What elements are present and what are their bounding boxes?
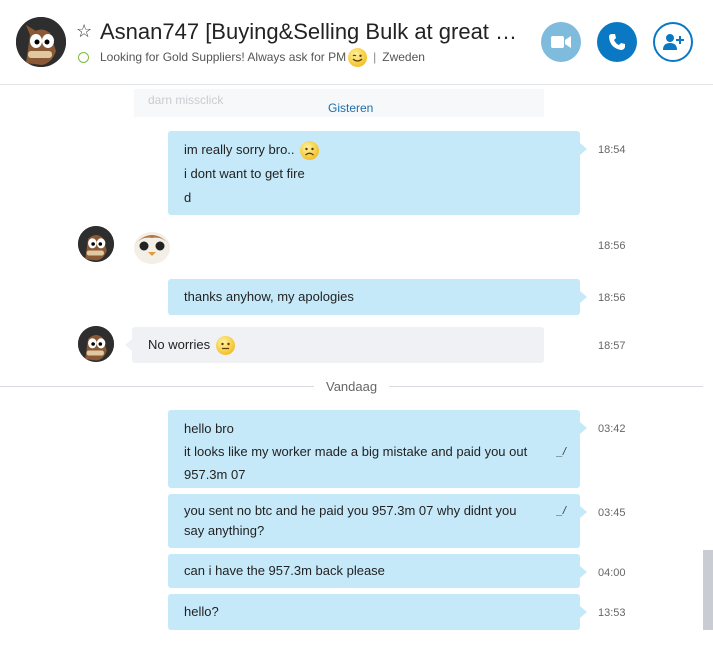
star-icon[interactable]: ☆ — [76, 20, 92, 42]
message-text: it looks like my worker made a big mista… — [184, 444, 528, 459]
wink-emoji-icon — [348, 47, 368, 67]
message-text: thanks anyhow, my apologies — [184, 289, 354, 304]
message-time: 04:00 — [598, 567, 626, 579]
date-separator-today: Vandaag — [314, 379, 390, 394]
sender-avatar[interactable] — [78, 226, 114, 262]
message-time: 18:56 — [598, 292, 626, 304]
message-time: 18:54 — [598, 144, 626, 156]
message-time: 03:45 — [598, 507, 626, 519]
message-bubble[interactable]: No worries — [125, 327, 544, 363]
mood-message: Looking for Gold Suppliers! Always ask f… — [100, 50, 347, 64]
message-text: hello bro — [184, 421, 234, 436]
sad-emoji-icon — [300, 141, 320, 161]
message-time: 18:57 — [598, 340, 626, 352]
message-bubble[interactable]: hello bro it looks like my worker made a… — [168, 410, 587, 488]
message-text: hello? — [184, 604, 219, 619]
video-icon — [551, 36, 571, 48]
scrollbar-thumb[interactable] — [703, 550, 713, 630]
message-bubble[interactable]: you sent no btc and he paid you 957.3m 0… — [168, 494, 587, 548]
audio-call-button[interactable] — [597, 22, 637, 62]
message-text: No worries — [148, 337, 211, 352]
message-text: can i have the 957.3m back please — [184, 563, 385, 578]
add-contact-icon — [663, 34, 684, 50]
message-time: 13:53 — [598, 607, 626, 619]
video-call-button[interactable] — [541, 22, 581, 62]
date-separator-yesterday: Gisteren — [328, 101, 374, 115]
message-bubble[interactable]: im really sorry bro.. i dont want to get… — [168, 131, 587, 215]
message-text: say anything? — [184, 523, 265, 538]
message-time: 18:56 — [598, 240, 626, 252]
smile-emoji-icon — [215, 336, 235, 356]
message-text: d — [184, 190, 192, 205]
phone-icon — [609, 34, 625, 50]
message-time: 03:42 — [598, 423, 626, 435]
message-bubble[interactable]: thanks anyhow, my apologies — [168, 279, 587, 315]
sender-avatar[interactable] — [78, 326, 114, 362]
message-text: you sent no btc and he paid you 957.3m 0… — [184, 503, 517, 518]
separator: | — [373, 50, 377, 64]
message-text: i dont want to get fire — [184, 166, 305, 181]
message-text: 957.3m 07 — [184, 467, 246, 482]
conversation-title: Asnan747 [Buying&Selling Bulk at great r… — [100, 19, 520, 44]
message-text: im really sorry bro.. — [184, 142, 295, 157]
porg-sticker-icon[interactable] — [132, 226, 172, 266]
message-list: darn missclick Gisteren im really sorry … — [0, 85, 713, 665]
message-bubble[interactable]: hello? — [168, 594, 587, 630]
edited-icon: _/ — [556, 505, 566, 517]
message-bubble[interactable]: can i have the 957.3m back please — [168, 554, 587, 588]
presence-icon — [78, 51, 89, 63]
edited-icon: _/ — [556, 446, 566, 458]
add-contact-button[interactable] — [653, 22, 693, 62]
location-text: Zweden — [382, 50, 425, 64]
chat-header: ☆ Asnan747 [Buying&Selling Bulk at great… — [0, 0, 713, 85]
status-row: Looking for Gold Suppliers! Always ask f… — [78, 47, 425, 67]
contact-avatar[interactable] — [16, 17, 66, 67]
